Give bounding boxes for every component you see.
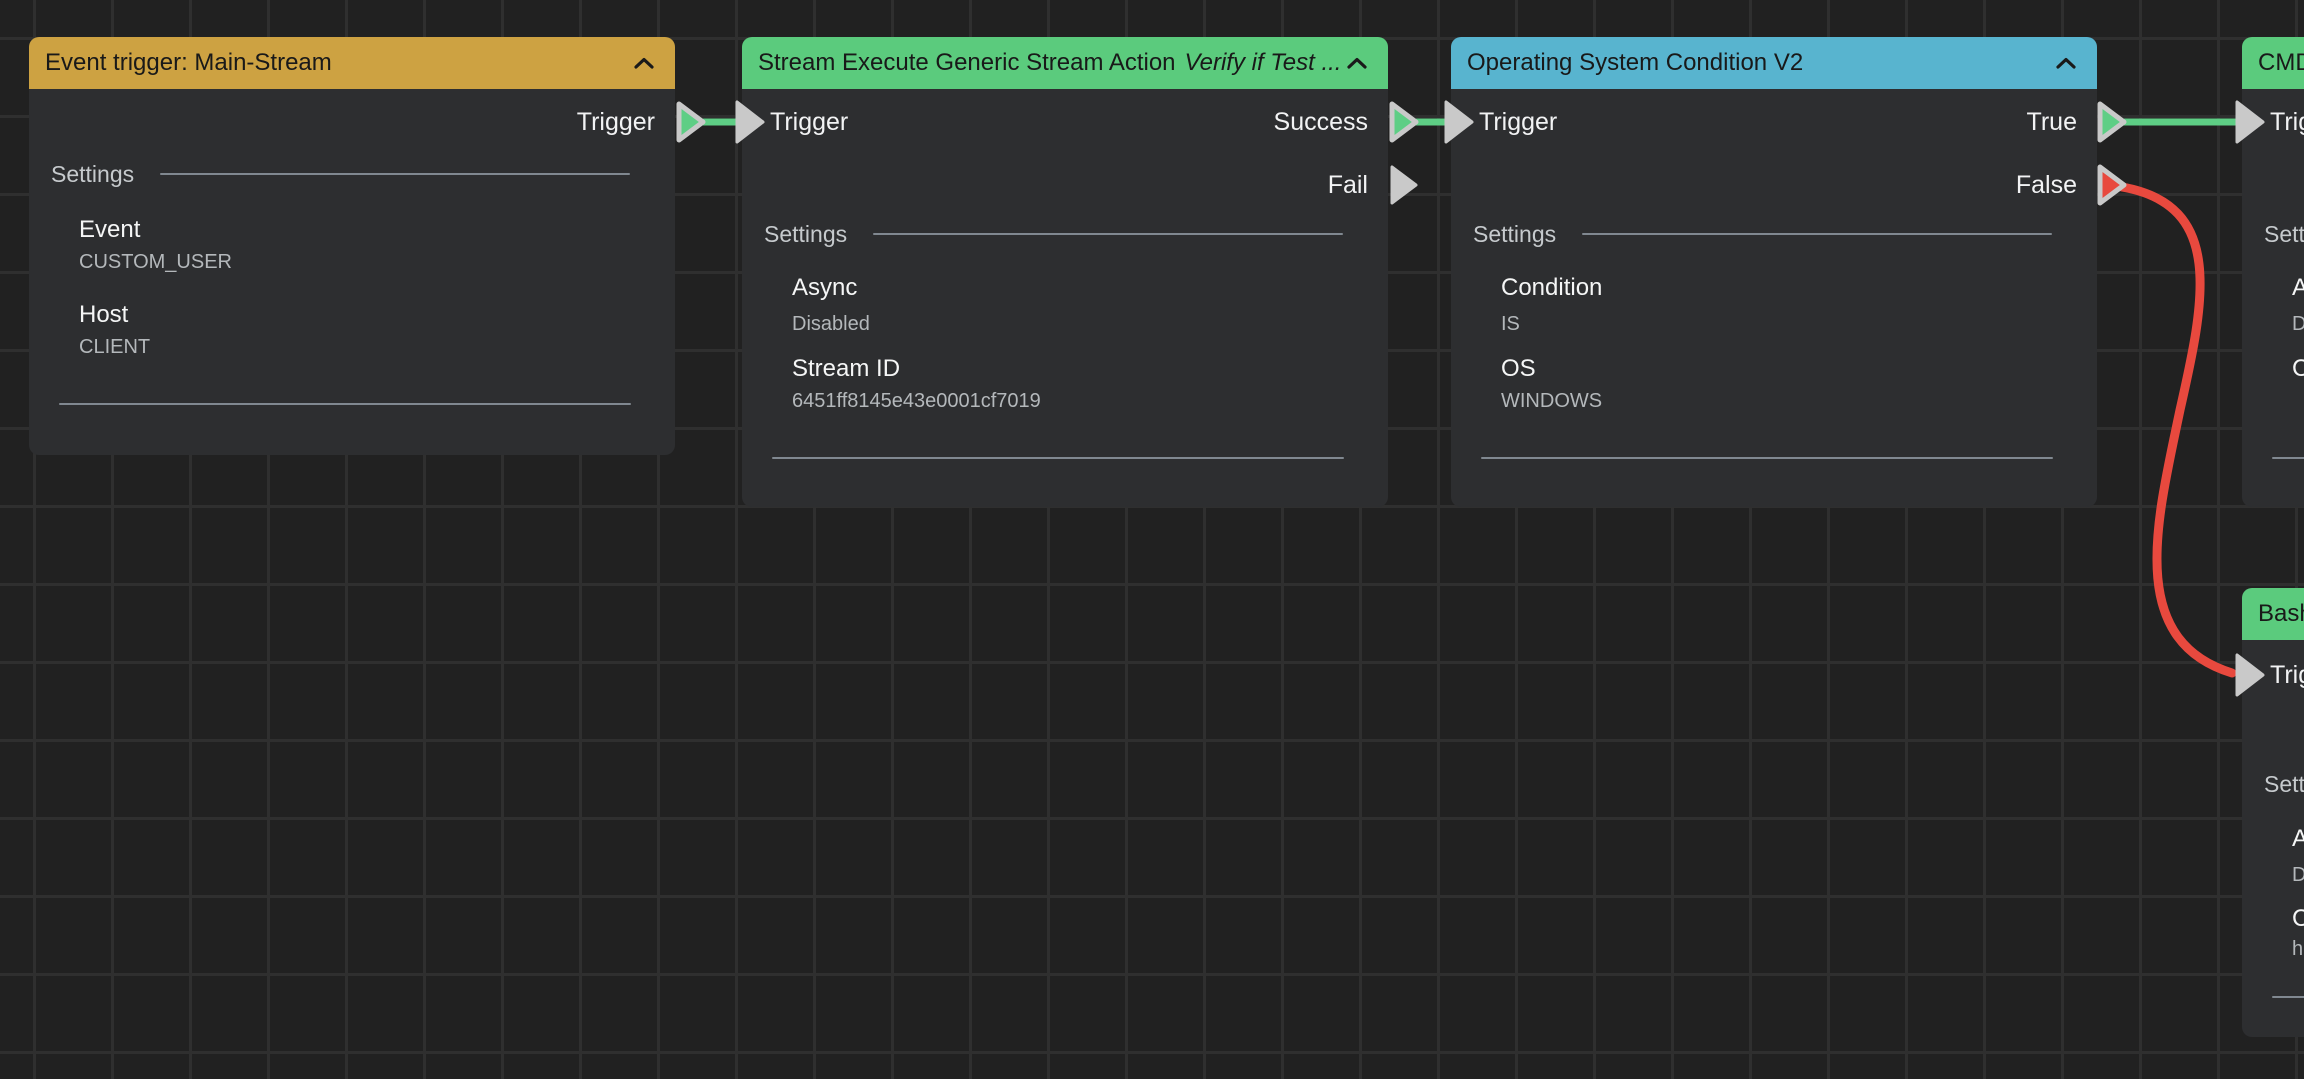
- setting-label-condition: Condition: [1501, 272, 1602, 304]
- node-cmd-header[interactable]: CMD: [2242, 37, 2304, 89]
- setting-label: C: [2292, 353, 2304, 385]
- setting-value: D: [2292, 310, 2304, 338]
- settings-divider: [1582, 233, 2052, 235]
- setting-value-stream-id: 6451ff8145e43e0001cf7019: [792, 387, 1041, 415]
- setting-label-os: OS: [1501, 353, 1536, 385]
- node-stream-execute-header[interactable]: Stream Execute Generic Stream Action Ver…: [742, 37, 1388, 89]
- output-port-trigger[interactable]: [679, 104, 703, 140]
- setting-value-host: CLIENT: [79, 333, 150, 361]
- output-port-label-success: Success: [742, 105, 1368, 139]
- node-bottom-divider: [59, 403, 631, 405]
- settings-section-label: Setti: [2264, 768, 2304, 800]
- flow-canvas[interactable]: Event trigger: Main-Stream Trigger Setti…: [0, 0, 2304, 1079]
- node-os-condition-header[interactable]: Operating System Condition V2: [1451, 37, 2097, 89]
- input-port-label-trigger: Trig: [2270, 658, 2304, 692]
- node-cmd[interactable]: CMD Trig Setti A D C: [2242, 37, 2304, 507]
- node-bash-header[interactable]: Bash: [2242, 588, 2304, 640]
- setting-value-event: CUSTOM_USER: [79, 248, 232, 276]
- setting-label: C: [2292, 903, 2304, 935]
- setting-value: D: [2292, 861, 2304, 889]
- node-title: Event trigger: Main-Stream: [45, 49, 332, 77]
- setting-label: A: [2292, 272, 2304, 304]
- output-port-fail[interactable]: [1392, 167, 1416, 203]
- settings-section-label: Settings: [51, 158, 134, 190]
- node-title: Stream Execute Generic Stream Action: [758, 49, 1176, 77]
- node-bash[interactable]: Bash Trig Setti A D C ho: [2242, 588, 2304, 1037]
- input-port-label-trigger: Trig: [2270, 105, 2304, 139]
- settings-divider: [160, 173, 630, 175]
- setting-value: ho: [2292, 935, 2304, 963]
- chevron-up-icon[interactable]: [2055, 56, 2077, 70]
- node-title-italic: Verify if Test ...: [1185, 49, 1342, 77]
- setting-value-condition: IS: [1501, 310, 1520, 338]
- setting-label-host: Host: [79, 299, 128, 331]
- output-port-label-false: False: [1451, 168, 2077, 202]
- node-bottom-divider: [1481, 457, 2053, 459]
- node-bottom-divider: [772, 457, 1344, 459]
- setting-value-async: Disabled: [792, 310, 870, 338]
- output-port-label-fail: Fail: [742, 168, 1368, 202]
- node-title: Bash: [2258, 600, 2304, 628]
- settings-section-label: Settings: [764, 218, 847, 250]
- edge-false-to-bash[interactable]: [2122, 187, 2232, 673]
- node-event-trigger[interactable]: Event trigger: Main-Stream Trigger Setti…: [29, 37, 675, 455]
- setting-label: A: [2292, 823, 2304, 855]
- settings-section-label: Settings: [1473, 218, 1556, 250]
- output-port-false[interactable]: [2100, 167, 2124, 203]
- node-bottom-divider: [2272, 457, 2304, 459]
- setting-label-event: Event: [79, 214, 140, 246]
- output-port-true[interactable]: [2100, 104, 2124, 140]
- settings-section-label: Setti: [2264, 218, 2304, 250]
- node-title: Operating System Condition V2: [1467, 49, 1803, 77]
- node-title: CMD: [2258, 49, 2304, 77]
- setting-value-os: WINDOWS: [1501, 387, 1602, 415]
- output-port-label-true: True: [1451, 105, 2077, 139]
- chevron-up-icon[interactable]: [1346, 56, 1368, 70]
- node-bottom-divider: [2272, 996, 2304, 998]
- settings-divider: [873, 233, 1343, 235]
- output-port-label-trigger: Trigger: [29, 105, 655, 139]
- output-port-success[interactable]: [1392, 104, 1416, 140]
- node-event-trigger-header[interactable]: Event trigger: Main-Stream: [29, 37, 675, 89]
- setting-label-stream-id: Stream ID: [792, 353, 900, 385]
- chevron-up-icon[interactable]: [633, 56, 655, 70]
- setting-label-async: Async: [792, 272, 857, 304]
- node-stream-execute[interactable]: Stream Execute Generic Stream Action Ver…: [742, 37, 1388, 507]
- node-os-condition[interactable]: Operating System Condition V2 Trigger Tr…: [1451, 37, 2097, 507]
